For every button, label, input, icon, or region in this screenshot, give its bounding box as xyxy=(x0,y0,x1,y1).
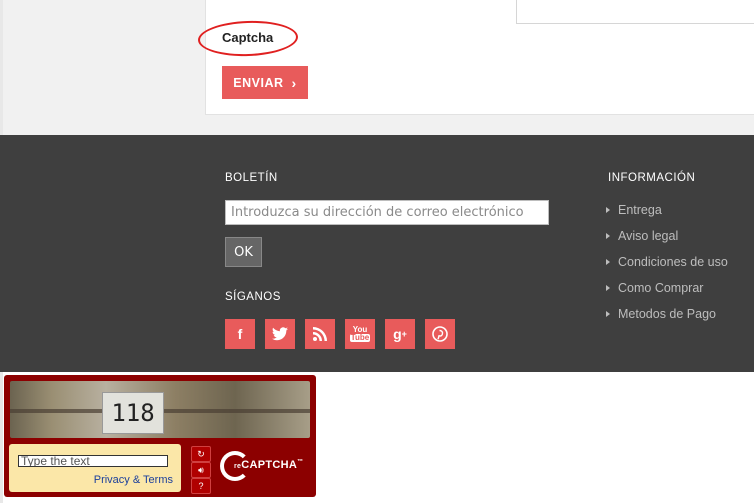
left-border xyxy=(0,0,3,135)
newsletter-title: BOLETÍN xyxy=(225,172,278,184)
triangle-right-icon xyxy=(606,311,610,317)
captcha-challenge-image: 118 xyxy=(10,381,310,438)
audio-icon[interactable]: 🔊︎ xyxy=(191,462,211,478)
info-link-como-comprar[interactable]: Como Comprar xyxy=(606,275,728,301)
triangle-right-icon xyxy=(606,207,610,213)
captcha-image-text: 118 xyxy=(102,392,164,434)
info-link-condiciones[interactable]: Condiciones de uso xyxy=(606,249,728,275)
captcha-response-input[interactable] xyxy=(18,455,168,467)
refresh-icon[interactable]: ↻ xyxy=(191,446,211,462)
send-button-label: ENVIAR xyxy=(233,75,284,90)
recaptcha-logo-text: reCAPTCHA™ xyxy=(234,459,304,471)
captcha-input-panel: Privacy & Terms xyxy=(9,444,181,492)
google-plus-icon[interactable]: g + xyxy=(385,319,415,349)
info-link-aviso-legal[interactable]: Aviso legal xyxy=(606,223,728,249)
newsletter-ok-button[interactable]: OK xyxy=(225,237,262,267)
newsletter-email-input[interactable] xyxy=(225,200,549,225)
triangle-right-icon xyxy=(606,233,610,239)
twitter-icon[interactable] xyxy=(265,319,295,349)
triangle-right-icon xyxy=(606,259,610,265)
social-icons: f You Tube g + xyxy=(225,319,455,349)
youtube-icon[interactable]: You Tube xyxy=(345,319,375,349)
recaptcha-widget: 118 Privacy & Terms ↻ 🔊︎ ? reCAPTCHA™ xyxy=(4,375,316,497)
site-footer: BOLETÍN OK SÍGANOS f YouTube g+ INFORMAC… xyxy=(0,135,754,372)
send-button[interactable]: ENVIAR › xyxy=(222,66,308,99)
info-title: INFORMACIÓN xyxy=(608,172,696,184)
recaptcha-logo: reCAPTCHA™ xyxy=(218,445,308,491)
follow-title: SÍGANOS xyxy=(225,291,281,303)
rss-icon[interactable] xyxy=(305,319,335,349)
triangle-right-icon xyxy=(606,285,610,291)
pinterest-icon[interactable] xyxy=(425,319,455,349)
info-link-metodos-pago[interactable]: Metodos de Pago xyxy=(606,301,728,327)
privacy-terms-link[interactable]: Privacy & Terms xyxy=(94,474,173,486)
captcha-label: Captcha xyxy=(222,30,274,45)
chevron-right-icon: › xyxy=(291,74,297,91)
info-link-entrega[interactable]: Entrega xyxy=(606,197,728,223)
message-textarea[interactable] xyxy=(516,0,754,24)
help-icon[interactable]: ? xyxy=(191,478,211,494)
facebook-icon[interactable]: f xyxy=(225,319,255,349)
info-links: Entrega Aviso legal Condiciones de uso C… xyxy=(606,197,728,327)
contact-form-card: Captcha ENVIAR › xyxy=(197,0,754,115)
left-border-bottom xyxy=(0,372,3,503)
